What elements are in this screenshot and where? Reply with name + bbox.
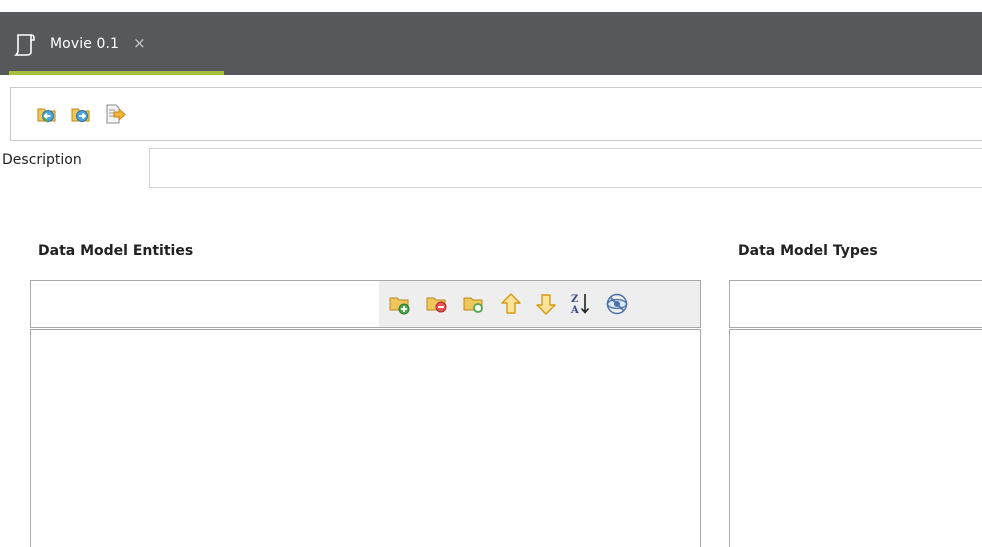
new-entity-icon[interactable] bbox=[461, 291, 487, 317]
svg-text:Z: Z bbox=[571, 294, 578, 305]
tab-title: Movie 0.1 bbox=[50, 35, 120, 52]
description-label: Description bbox=[2, 152, 82, 168]
entities-panel-title: Data Model Entities bbox=[38, 243, 194, 259]
types-list[interactable] bbox=[729, 329, 982, 547]
sort-icon[interactable]: Z A bbox=[568, 291, 594, 317]
svg-text:A: A bbox=[570, 305, 579, 316]
editor-tab-movie[interactable]: Movie 0.1 × bbox=[0, 12, 224, 75]
hide-icon[interactable] bbox=[604, 291, 630, 317]
deploy-icon[interactable] bbox=[103, 102, 127, 126]
editor-tab-bar: Movie 0.1 × bbox=[0, 12, 982, 75]
editor-toolbar bbox=[10, 87, 982, 141]
entities-toolbar: Z A bbox=[30, 280, 701, 328]
description-input[interactable] bbox=[149, 148, 982, 188]
top-gutter bbox=[0, 0, 982, 12]
document-icon bbox=[12, 31, 38, 57]
close-icon[interactable]: × bbox=[133, 36, 146, 51]
import-icon[interactable] bbox=[35, 102, 59, 126]
add-entity-icon[interactable] bbox=[387, 291, 413, 317]
entities-toolbar-icons: Z A bbox=[379, 281, 700, 327]
types-toolbar bbox=[729, 280, 982, 328]
move-down-icon[interactable] bbox=[533, 291, 559, 317]
move-up-icon[interactable] bbox=[498, 291, 524, 317]
active-tab-indicator bbox=[9, 71, 224, 75]
entities-list[interactable] bbox=[30, 329, 701, 547]
export-icon[interactable] bbox=[69, 102, 93, 126]
types-panel-title: Data Model Types bbox=[738, 243, 878, 259]
remove-entity-icon[interactable] bbox=[424, 291, 450, 317]
